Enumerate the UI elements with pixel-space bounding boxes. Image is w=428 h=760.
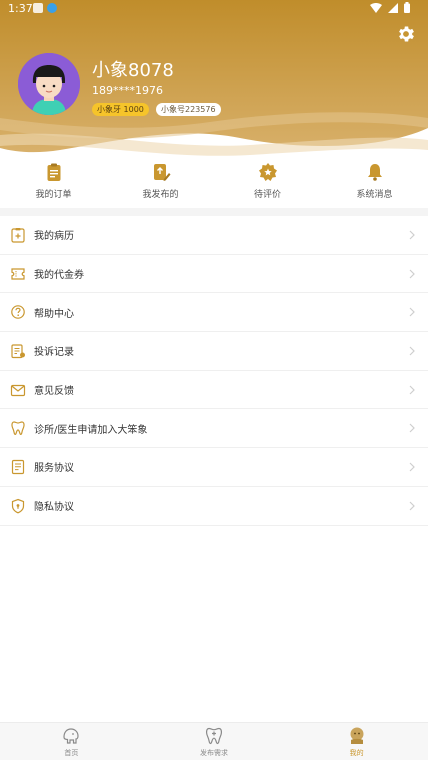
privacy-shield-icon: [11, 498, 25, 514]
coins-badge: 小象牙 1000: [92, 103, 149, 116]
feedback-mail-icon: [10, 384, 26, 396]
quick-action-my-orders[interactable]: 我的订单: [0, 160, 107, 208]
tab-home[interactable]: 首页: [0, 723, 143, 760]
help-icon: [11, 305, 25, 320]
wifi-icon: [370, 2, 382, 13]
menu-item-help-center[interactable]: 帮助中心: [0, 293, 428, 333]
tab-label: 首页: [64, 749, 79, 757]
profile-header: 1:37 小象8078 189****1976 小象牙 1000 小象号2235…: [0, 0, 428, 160]
bell-icon: [367, 164, 382, 181]
battery-icon: [404, 2, 410, 13]
menu-item-label: 投诉记录: [34, 347, 74, 359]
tab-post-request[interactable]: 发布需求: [143, 723, 286, 760]
chevron-right-icon: [409, 307, 415, 317]
menu-list: 我的病历 我的代金券 帮助中心 投诉记录 意见反馈 诊所/医生申请加入大笨象 服…: [0, 216, 428, 526]
quick-action-label: 我的订单: [35, 190, 72, 200]
status-notification-icons: [33, 3, 57, 13]
tab-mine[interactable]: 我的: [285, 723, 428, 760]
menu-item-medical-records[interactable]: 我的病历: [0, 216, 428, 255]
menu-item-label: 诊所/医生申请加入大笨象: [34, 424, 148, 436]
quick-action-label: 我发布的: [142, 190, 179, 200]
medical-record-icon: [11, 227, 25, 243]
menu-item-join-application[interactable]: 诊所/医生申请加入大笨象: [0, 409, 428, 449]
gear-icon[interactable]: [396, 24, 416, 44]
menu-item-label: 帮助中心: [34, 308, 74, 320]
bottom-nav: 首页 发布需求 我的: [0, 722, 428, 760]
menu-item-privacy-agreement[interactable]: 隐私协议: [0, 487, 428, 526]
menu-item-coupons[interactable]: 我的代金券: [0, 255, 428, 294]
avatar-boy-icon: [18, 53, 80, 115]
user-phone: 189****1976: [92, 84, 163, 97]
chevron-right-icon: [409, 424, 415, 433]
tooth-plus-icon: [205, 727, 223, 745]
quick-actions-bar: 我的订单 我发布的 待评价 系统消息: [0, 160, 428, 208]
tab-label: 发布需求: [200, 749, 228, 757]
edit-document-icon: [153, 164, 170, 181]
chevron-right-icon: [409, 346, 415, 356]
menu-item-complaint-records[interactable]: 投诉记录: [0, 332, 428, 371]
quick-action-my-posts[interactable]: 我发布的: [107, 160, 214, 208]
profile-elephant-icon: [350, 727, 364, 744]
notification-app-icon: [33, 3, 43, 13]
profile-screen: 1:37 小象8078 189****1976 小象牙 1000 小象号2235…: [0, 0, 428, 760]
review-badge-icon: [258, 163, 277, 181]
user-name: 小象8078: [92, 60, 174, 81]
chevron-right-icon: [409, 230, 415, 240]
avatar[interactable]: [18, 53, 80, 115]
download-notification-icon: [47, 3, 57, 13]
coupon-icon: [11, 267, 25, 280]
section-divider: [0, 208, 428, 216]
quick-action-label: 系统消息: [356, 190, 393, 200]
chevron-right-icon: [409, 462, 415, 472]
chevron-right-icon: [409, 269, 415, 279]
quick-action-system-messages[interactable]: 系统消息: [321, 160, 428, 208]
chevron-right-icon: [409, 385, 415, 395]
signal-icon: [388, 2, 398, 13]
menu-item-label: 我的代金券: [34, 270, 84, 282]
menu-item-feedback[interactable]: 意见反馈: [0, 371, 428, 410]
quick-action-label: 待评价: [253, 190, 281, 200]
status-bar: 1:37: [0, 0, 428, 18]
menu-item-label: 服务协议: [34, 463, 74, 475]
tab-label: 我的: [349, 749, 364, 757]
menu-item-label: 意见反馈: [34, 386, 74, 398]
chevron-right-icon: [409, 501, 415, 511]
tooth-icon: [11, 421, 25, 436]
menu-item-label: 我的病历: [34, 231, 74, 243]
clipboard-icon: [47, 163, 60, 181]
status-system-icons: [370, 2, 410, 13]
quick-action-pending-review[interactable]: 待评价: [214, 160, 321, 208]
user-id-badge: 小象号223576: [156, 103, 221, 116]
complaint-icon: [11, 344, 25, 359]
menu-item-label: 隐私协议: [34, 502, 74, 514]
agreement-icon: [11, 459, 25, 475]
menu-item-service-agreement[interactable]: 服务协议: [0, 448, 428, 487]
status-time: 1:37: [8, 2, 33, 15]
home-elephant-icon: [63, 728, 79, 744]
